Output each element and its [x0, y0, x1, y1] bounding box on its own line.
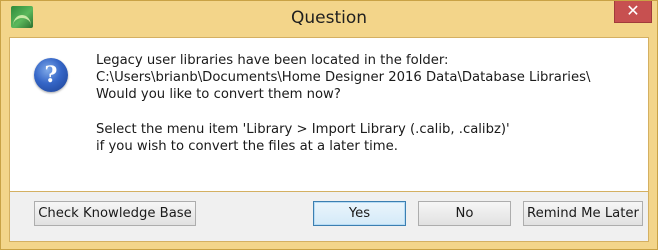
title-bar[interactable]: Question ✕ — [1, 1, 657, 37]
message-instruction-1: Select the menu item 'Library > Import L… — [96, 122, 510, 137]
question-icon: ? — [34, 58, 68, 92]
no-button[interactable]: No — [418, 201, 511, 226]
dialog-title: Question — [290, 8, 368, 28]
check-knowledge-base-button[interactable]: Check Knowledge Base — [34, 201, 196, 226]
message-question: Would you like to convert them now? — [96, 87, 341, 102]
question-dialog: Question ✕ ? Legacy user libraries have … — [0, 0, 658, 250]
message-area: ? Legacy user libraries have been locate… — [9, 37, 649, 192]
message-line-1: Legacy user libraries have been located … — [96, 53, 449, 68]
remind-me-later-button[interactable]: Remind Me Later — [523, 201, 643, 226]
yes-button[interactable]: Yes — [313, 201, 406, 226]
close-button[interactable]: ✕ — [614, 1, 652, 23]
button-bar: Check Knowledge Base Yes No Remind Me La… — [9, 192, 649, 242]
message-path: C:\Users\brianb\Documents\Home Designer … — [96, 70, 591, 85]
message-instruction-2: if you wish to convert the files at a la… — [96, 139, 398, 154]
